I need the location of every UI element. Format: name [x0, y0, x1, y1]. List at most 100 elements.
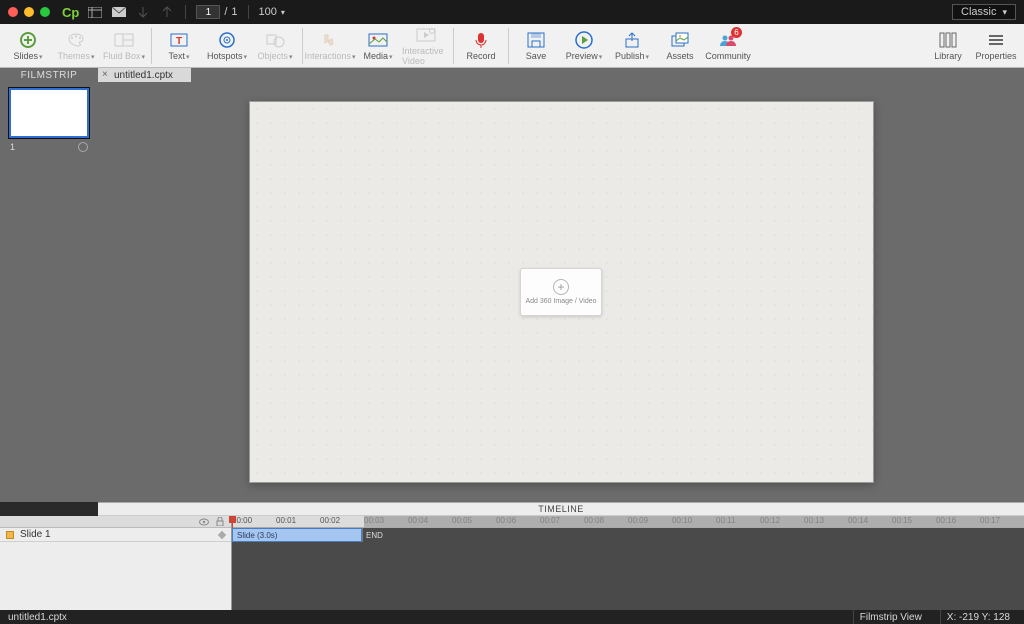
workspace-name: Classic	[961, 6, 996, 18]
toolbar-label: Community	[705, 51, 751, 61]
slides-icon	[17, 30, 39, 50]
community-button[interactable]: 6 Community	[704, 25, 752, 67]
slide-number: 1	[10, 142, 15, 152]
publish-button[interactable]: Publish▾	[608, 25, 656, 67]
track-name: Slide 1	[20, 529, 51, 540]
interactions-button: Interactions▾	[306, 25, 354, 67]
close-tab-icon[interactable]: ×	[102, 69, 108, 80]
page-counter: / 1	[196, 5, 237, 19]
status-filename: untitled1.cptx	[8, 612, 67, 623]
timeline-header: TIMELINE	[98, 502, 1024, 516]
toolbar-label: Interactive Video	[402, 46, 450, 66]
toolbar-label: Publish▾	[615, 51, 649, 61]
toolbar-label: Media▾	[363, 51, 392, 61]
toolbar-label: Library	[934, 51, 962, 61]
status-coords: X: -219 Y: 128	[940, 610, 1016, 624]
current-page-input[interactable]	[196, 5, 220, 19]
ruler-tick-label: 00:02	[320, 516, 340, 525]
timeline-panel: Slide 1 |◂ ◂ ▸ ▸| ▸| 🔇 00:0000:0100:0200…	[0, 516, 1024, 624]
badge: 6	[731, 27, 742, 38]
track-marker-icon	[218, 530, 226, 538]
record-button[interactable]: Record	[457, 25, 505, 67]
plus-icon: +	[553, 279, 569, 295]
toolbar-label: Fluid Box▾	[103, 51, 145, 61]
fluid-box-button: Fluid Box▾	[100, 25, 148, 67]
lock-column-icon[interactable]	[215, 517, 225, 527]
filmstrip-panel: 1	[0, 82, 98, 502]
zoom-control[interactable]: 100 ▾	[259, 6, 285, 18]
toolbar-label: Slides▾	[13, 51, 42, 61]
save-button[interactable]: Save	[512, 25, 560, 67]
preview-icon	[573, 30, 595, 50]
text-icon: T	[168, 30, 190, 50]
redo-icon[interactable]	[159, 4, 175, 20]
minimize-window-icon[interactable]	[24, 7, 34, 17]
toolbar-label: Text▾	[168, 51, 189, 61]
slide-thumbnail[interactable]	[9, 88, 89, 138]
ruler-tick-label: 00:01	[276, 516, 296, 525]
editor-area: 1 + Add 360 Image / Video	[0, 82, 1024, 502]
timeline-tracks-area: 00:0000:0100:0200:0300:0400:0500:0600:07…	[232, 516, 1024, 624]
window-controls	[8, 7, 50, 17]
interactions-icon	[319, 30, 341, 50]
timeline-track-row[interactable]: Slide 1	[0, 528, 231, 542]
canvas-area: + Add 360 Image / Video	[98, 82, 1024, 502]
library-icon	[937, 30, 959, 50]
assets-button[interactable]: Assets	[656, 25, 704, 67]
community-icon: 6	[717, 30, 739, 50]
toolbar-label: Save	[526, 51, 547, 61]
page-sep: /	[224, 6, 227, 18]
vr-slide-icon	[78, 142, 88, 152]
slide-clip[interactable]: Slide (3.0s)	[232, 528, 362, 542]
svg-text:T: T	[176, 36, 182, 47]
timeline-clips-area[interactable]: Slide (3.0s) END	[232, 528, 1024, 610]
status-view-mode[interactable]: Filmstrip View	[853, 610, 928, 624]
zoom-value: 100	[259, 6, 277, 18]
toolbar-label: Objects▾	[257, 51, 292, 61]
workspace-switcher[interactable]: Classic ▾	[952, 4, 1016, 20]
zoom-window-icon[interactable]	[40, 7, 50, 17]
hotspots-button[interactable]: Hotspots▾	[203, 25, 251, 67]
themes-icon	[65, 30, 87, 50]
track-color-icon	[6, 531, 14, 539]
add-360-media-button[interactable]: + Add 360 Image / Video	[520, 268, 602, 316]
total-pages: 1	[231, 6, 237, 18]
save-icon	[525, 30, 547, 50]
toolbar-label: Hotspots▾	[207, 51, 247, 61]
status-bar: untitled1.cptx Filmstrip View X: -219 Y:…	[0, 610, 1024, 624]
slide-canvas[interactable]: + Add 360 Image / Video	[249, 101, 874, 483]
assets-icon	[669, 30, 691, 50]
document-strip: FILMSTRIP × untitled1.cptx	[0, 68, 1024, 82]
undo-icon[interactable]	[135, 4, 151, 20]
dashboard-icon[interactable]	[87, 4, 103, 20]
media-icon	[367, 30, 389, 50]
toolbar-label: Preview▾	[566, 51, 603, 61]
slides-button[interactable]: Slides▾	[4, 25, 52, 67]
record-icon	[470, 30, 492, 50]
interactive-video-button: Interactive Video	[402, 25, 450, 67]
library-button[interactable]: Library	[924, 25, 972, 67]
main-toolbar: Slides▾ Themes▾ Fluid Box▾ T Text▾ Hotspots▾ O…	[0, 24, 1024, 68]
text-button[interactable]: T Text▾	[155, 25, 203, 67]
clip-label: Slide (3.0s)	[237, 531, 277, 540]
visibility-column-icon[interactable]	[199, 517, 209, 527]
close-window-icon[interactable]	[8, 7, 18, 17]
properties-button[interactable]: Properties	[972, 25, 1020, 67]
toolbar-label: Themes▾	[57, 51, 94, 61]
toolbar-label: Interactions▾	[304, 51, 355, 61]
document-tab[interactable]: × untitled1.cptx	[98, 68, 191, 82]
chevron-down-icon: ▾	[1002, 7, 1007, 18]
themes-button: Themes▾	[52, 25, 100, 67]
properties-icon	[985, 30, 1007, 50]
hotspots-icon	[216, 30, 238, 50]
preview-button[interactable]: Preview▾	[560, 25, 608, 67]
drop-label: Add 360 Image / Video	[525, 298, 596, 305]
mail-icon[interactable]	[111, 4, 127, 20]
publish-icon	[621, 30, 643, 50]
menu-bar: Cp / 1 100 ▾ Classic ▾	[0, 0, 1024, 24]
toolbar-label: Record	[466, 51, 495, 61]
timeline-ruler[interactable]: 00:0000:0100:0200:0300:0400:0500:0600:07…	[232, 516, 1024, 528]
end-marker: END	[364, 528, 383, 542]
app-logo: Cp	[62, 5, 79, 20]
media-button[interactable]: Media▾	[354, 25, 402, 67]
